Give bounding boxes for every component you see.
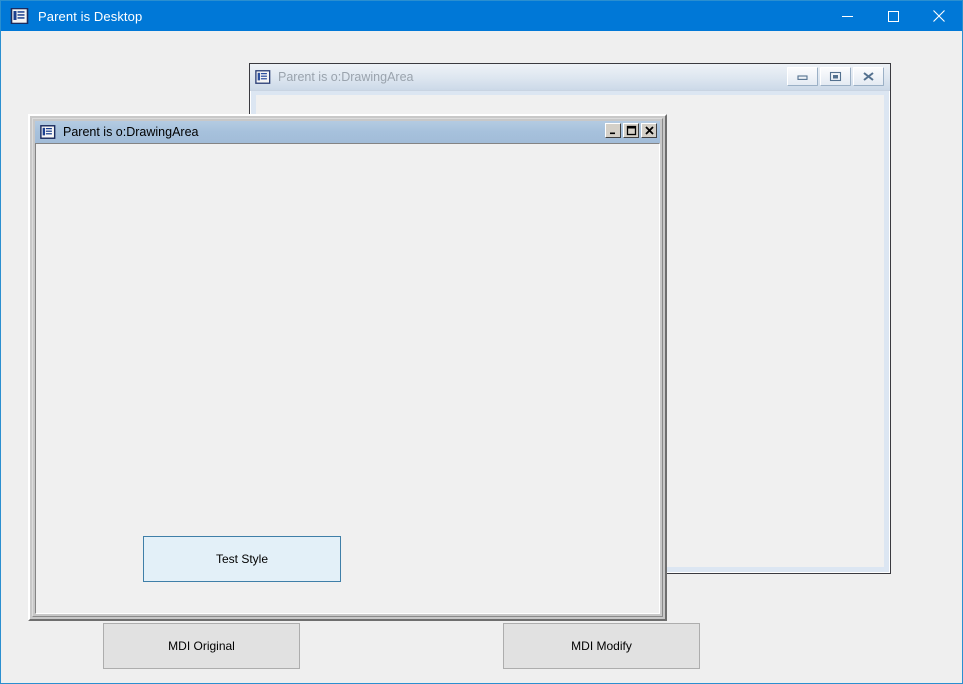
restore-icon	[829, 71, 842, 82]
close-button[interactable]	[916, 1, 962, 31]
child-window-inactive-title: Parent is o:DrawingArea	[278, 70, 414, 84]
child-window-active-controls	[605, 123, 657, 138]
mdi-client-area: Parent is o:DrawingArea Parent is o:Draw…	[1, 31, 962, 683]
mdi-original-button[interactable]: MDI Original	[103, 623, 300, 669]
child-window-inactive-titlebar[interactable]: Parent is o:DrawingArea	[250, 64, 890, 91]
form-window-icon	[40, 125, 56, 139]
child-window-active-title: Parent is o:DrawingArea	[63, 125, 199, 139]
close-icon	[933, 10, 945, 22]
test-style-button[interactable]: Test Style	[143, 536, 341, 582]
desktop-titlebar: Parent is Desktop	[1, 1, 962, 31]
child-window-active-titlebar[interactable]: Parent is o:DrawingArea	[35, 121, 660, 143]
maximize-button[interactable]	[870, 1, 916, 31]
close-icon	[863, 72, 874, 81]
restore-button[interactable]	[820, 67, 851, 86]
desktop-window-controls	[824, 1, 962, 31]
minimize-icon	[841, 15, 853, 17]
child-window-active[interactable]: Parent is o:DrawingArea Test Style	[28, 114, 667, 621]
maximize-icon	[887, 10, 899, 22]
form-window-icon	[10, 7, 29, 25]
close-icon	[644, 126, 654, 135]
minimize-icon	[609, 132, 615, 135]
minimize-button[interactable]	[787, 67, 818, 86]
form-window-icon	[255, 70, 271, 84]
maximize-icon	[626, 125, 636, 136]
close-button[interactable]	[641, 123, 657, 138]
mdi-modify-button[interactable]: MDI Modify	[503, 623, 700, 669]
minimize-icon	[797, 75, 808, 80]
minimize-button[interactable]	[605, 123, 621, 138]
minimize-button[interactable]	[824, 1, 870, 31]
close-button[interactable]	[853, 67, 884, 86]
application-window: Parent is Desktop Parent is o:DrawingAre…	[0, 0, 963, 684]
maximize-button[interactable]	[623, 123, 639, 138]
child-window-active-client: Test Style	[35, 143, 660, 614]
child-window-inactive-controls	[787, 67, 884, 86]
desktop-window-title: Parent is Desktop	[38, 8, 143, 24]
